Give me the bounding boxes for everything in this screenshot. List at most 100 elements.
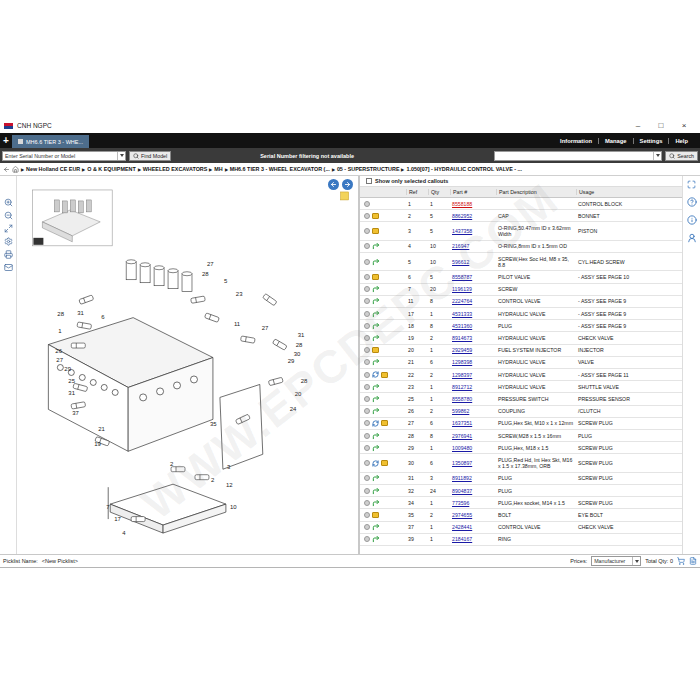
back-icon[interactable]: [3, 166, 10, 173]
part-link[interactable]: 4531333: [452, 311, 472, 317]
select-dot-icon[interactable]: [364, 475, 370, 481]
arrow-icon[interactable]: [372, 474, 380, 482]
package-icon[interactable]: [372, 512, 379, 518]
select-dot-icon[interactable]: [364, 323, 370, 329]
picklist-name[interactable]: <New Picklist>: [42, 558, 78, 564]
select-dot-icon[interactable]: [364, 536, 370, 542]
table-row[interactable]: 32248904837PLUG: [360, 485, 682, 497]
callout-label[interactable]: 11: [234, 321, 241, 327]
part-link[interactable]: 2184167: [452, 536, 472, 542]
table-row[interactable]: 2761637351PLUG,Hex Skt, M10 x 1 x 12mmSC…: [360, 418, 682, 430]
menu-item[interactable]: Settings: [633, 138, 669, 144]
part-link[interactable]: 1196139: [452, 286, 472, 292]
part-link[interactable]: 2929459: [452, 347, 472, 353]
package-icon[interactable]: [372, 274, 379, 280]
table-row[interactable]: 3138911892PLUGSCREW PLUG: [360, 473, 682, 485]
window-control-button[interactable]: ×: [680, 121, 688, 130]
arrow-icon[interactable]: [372, 358, 380, 366]
select-dot-icon[interactable]: [364, 384, 370, 390]
table-row[interactable]: 1928914673HYDRAULIC VALVECHECK VALVE: [360, 332, 682, 344]
part-link[interactable]: 8912712: [452, 384, 472, 390]
select-dot-icon[interactable]: [364, 396, 370, 402]
help-icon[interactable]: [687, 197, 697, 207]
arrow-icon[interactable]: [372, 535, 380, 543]
user-icon[interactable]: [687, 233, 697, 243]
dropdown-arrow-icon[interactable]: [632, 557, 640, 565]
arrow-icon[interactable]: [372, 487, 380, 495]
part-link[interactable]: 2224764: [452, 298, 472, 304]
table-row[interactable]: 2161298398HYDRAULIC VALVEVALVE: [360, 357, 682, 369]
arrow-icon[interactable]: [372, 444, 380, 452]
callout-label[interactable]: 21: [98, 426, 105, 432]
callout-filter[interactable]: Show only selected callouts: [360, 176, 682, 187]
table-row[interactable]: 2012929459FUEL SYSTEM INJECTORINJECTOR: [360, 345, 682, 357]
callout-label[interactable]: 5: [224, 278, 228, 284]
select-dot-icon[interactable]: [364, 286, 370, 292]
arrow-icon[interactable]: [372, 310, 380, 318]
select-dot-icon[interactable]: [364, 524, 370, 530]
replace-icon[interactable]: [372, 371, 379, 378]
part-link[interactable]: 2976941: [452, 433, 472, 439]
part-link[interactable]: 4531360: [452, 323, 472, 329]
callout-label[interactable]: 35: [210, 421, 217, 427]
select-dot-icon[interactable]: [364, 500, 370, 506]
callout-label[interactable]: 17: [114, 516, 121, 522]
callout-label[interactable]: 28: [301, 378, 308, 384]
table-row[interactable]: 2318912712HYDRAULIC VALVESHUTTLE VALVE: [360, 381, 682, 393]
callout-label[interactable]: 3: [227, 464, 231, 470]
arrow-icon[interactable]: [372, 258, 380, 266]
select-dot-icon[interactable]: [364, 512, 370, 518]
select-dot-icon[interactable]: [364, 359, 370, 365]
arrow-icon[interactable]: [372, 432, 380, 440]
part-link[interactable]: 8914673: [452, 335, 472, 341]
filter-checkbox[interactable]: [366, 178, 372, 184]
breadcrumb-item[interactable]: O & K EQUIPMENT: [87, 166, 136, 172]
dropdown-arrow-icon[interactable]: [653, 152, 661, 160]
part-link[interactable]: 773596: [452, 500, 469, 506]
menu-item[interactable]: Manage: [598, 138, 633, 144]
arrow-icon[interactable]: [372, 499, 380, 507]
select-dot-icon[interactable]: [364, 243, 370, 249]
settings-icon[interactable]: [4, 237, 13, 246]
arrow-icon[interactable]: [372, 395, 380, 403]
header-cell[interactable]: Part #: [450, 189, 496, 195]
side-plate[interactable]: [220, 384, 263, 469]
callout-label[interactable]: 28: [57, 311, 64, 317]
tab[interactable]: MH6.6 TIER 3 - WHE...: [12, 135, 89, 148]
window-control-button[interactable]: □: [657, 121, 665, 130]
part-link[interactable]: 1350897: [452, 460, 472, 466]
table-row[interactable]: 2911009480PLUG,Hex, M18 x 1.5SCREW PLUG: [360, 442, 682, 454]
callout-label[interactable]: 27: [262, 325, 269, 331]
search-button[interactable]: Search: [665, 151, 698, 161]
note-icon[interactable]: [341, 192, 349, 200]
package-icon[interactable]: [372, 347, 379, 353]
table-row[interactable]: 2518558780PRESSURE SWITCHPRESSURE SENSOR: [360, 393, 682, 405]
select-dot-icon[interactable]: [364, 274, 370, 280]
mail-icon[interactable]: [4, 263, 13, 272]
expand-icon[interactable]: [687, 180, 696, 189]
window-control-button[interactable]: –: [634, 121, 642, 130]
part-link[interactable]: 2974655: [452, 512, 472, 518]
select-dot-icon[interactable]: [364, 445, 370, 451]
table-row[interactable]: 2882976941SCREW,M28 x 1.5 x 16mmPLUG: [360, 430, 682, 442]
menu-item[interactable]: Help: [668, 138, 694, 144]
callout-label[interactable]: 25: [68, 378, 75, 384]
table-row[interactable]: 1884531360PLUG- ASSY SEE PAGE 9: [360, 320, 682, 332]
select-dot-icon[interactable]: [364, 335, 370, 341]
table-row[interactable]: 3712428441CONTROL VALVECHECK VALVE: [360, 522, 682, 534]
table-row[interactable]: 410216947O-RING,8mm ID x 1.5mm OD: [360, 241, 682, 253]
header-cell[interactable]: Qty: [428, 189, 450, 195]
callout-label[interactable]: 10: [230, 504, 237, 510]
arrow-icon[interactable]: [372, 322, 380, 330]
table-row[interactable]: 3912184167RING: [360, 534, 682, 546]
part-link[interactable]: 8558780: [452, 396, 472, 402]
home-icon[interactable]: [12, 166, 19, 173]
select-dot-icon[interactable]: [364, 298, 370, 304]
breadcrumb-item[interactable]: MH: [214, 166, 222, 172]
table-row[interactable]: 262599862COUPLING/CLUTCH: [360, 406, 682, 418]
select-dot-icon[interactable]: [364, 420, 370, 426]
header-cell[interactable]: Usage: [576, 189, 682, 195]
select-dot-icon[interactable]: [364, 259, 370, 265]
breadcrumb-item[interactable]: MH6.6 TIER 3 - WHEEL EXCAVATOR (...: [230, 166, 330, 172]
part-link[interactable]: 216947: [452, 243, 469, 249]
